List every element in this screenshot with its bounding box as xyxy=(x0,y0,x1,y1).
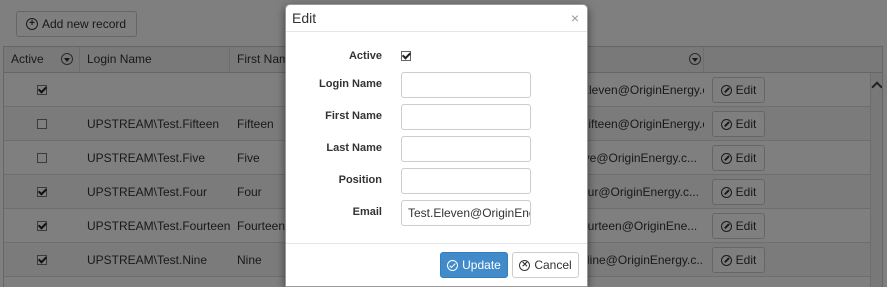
cancel-label: Cancel xyxy=(534,258,572,272)
cancel-button[interactable]: ✕ Cancel xyxy=(512,252,579,278)
form-row-position: Position xyxy=(286,168,587,194)
cancel-circle-icon: ✕ xyxy=(519,259,531,271)
login-name-input[interactable] xyxy=(401,72,531,98)
active-label: Active xyxy=(348,50,382,62)
email-input[interactable]: Test.Eleven@OriginEnergy xyxy=(401,200,531,226)
email-label: Email xyxy=(352,206,382,218)
first-name-label: First Name xyxy=(325,110,382,122)
update-label: Update xyxy=(462,258,501,272)
check-circle-icon xyxy=(447,259,459,271)
form-row-email: Email Test.Eleven@OriginEnergy xyxy=(286,200,587,226)
first-name-input[interactable] xyxy=(401,104,531,130)
close-icon[interactable]: × xyxy=(571,10,579,26)
position-input[interactable] xyxy=(401,168,531,194)
form-row-last-name: Last Name xyxy=(286,136,587,162)
dialog-footer: Update ✕ Cancel xyxy=(286,243,587,286)
login-name-label: Login Name xyxy=(319,78,382,90)
edit-dialog: Edit × Active Login Name First Name Last… xyxy=(285,4,588,287)
last-name-input[interactable] xyxy=(401,136,531,162)
update-button[interactable]: Update xyxy=(440,252,508,278)
form-row-active: Active xyxy=(286,44,587,70)
dialog-title: Edit xyxy=(292,10,317,26)
dialog-header: Edit × xyxy=(286,5,587,32)
last-name-label: Last Name xyxy=(326,142,382,154)
active-checkbox[interactable] xyxy=(401,51,411,61)
form-row-first-name: First Name xyxy=(286,104,587,130)
position-label: Position xyxy=(338,174,382,186)
form-row-login-name: Login Name xyxy=(286,72,587,98)
